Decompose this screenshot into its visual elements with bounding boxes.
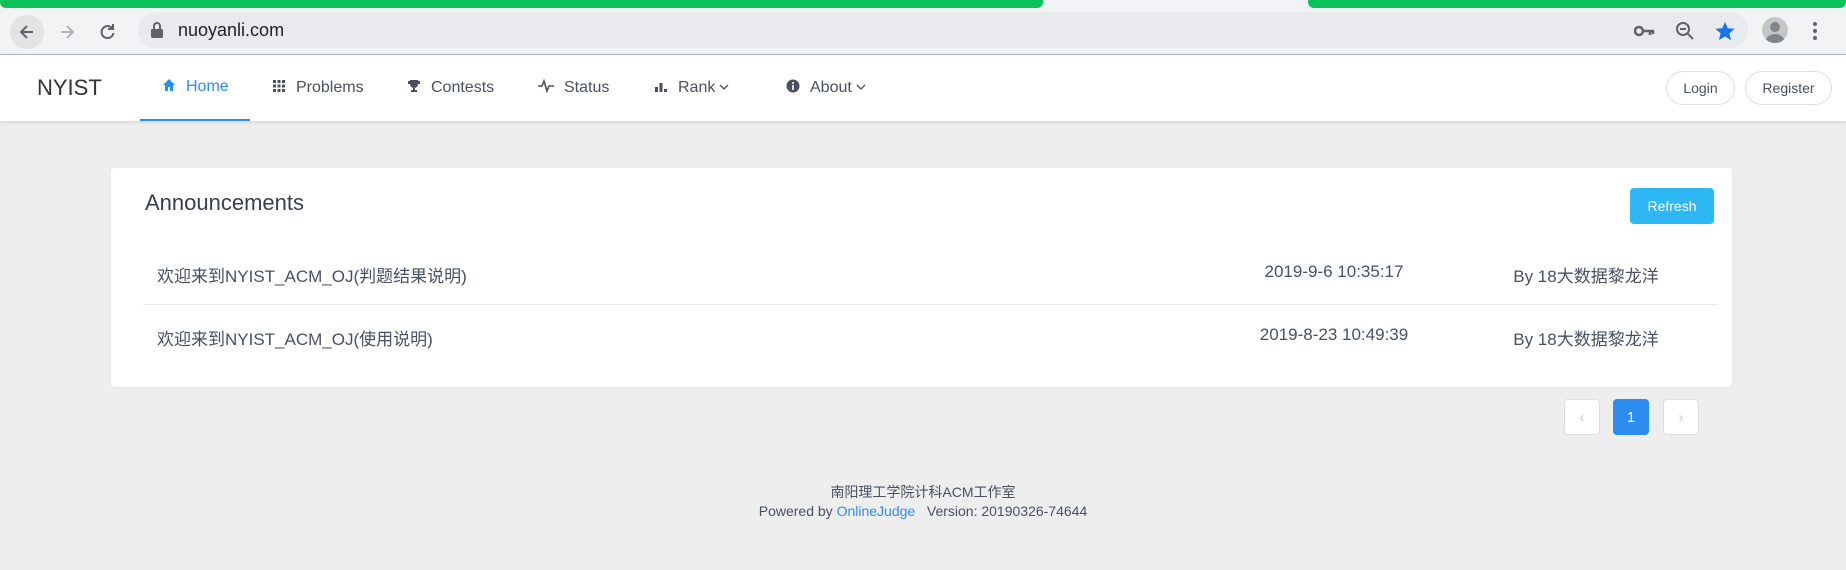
address-bar[interactable]: nuoyanli.com <box>138 12 1748 48</box>
nav-about-label: About <box>810 79 852 96</box>
site-logo[interactable]: NYIST <box>37 75 102 101</box>
refresh-button[interactable]: Refresh <box>1630 188 1714 224</box>
login-button[interactable]: Login <box>1666 71 1735 105</box>
nav-contests[interactable]: Contests <box>407 55 494 121</box>
announcements-title: Announcements <box>145 190 304 215</box>
nav-status[interactable]: Status <box>538 55 609 121</box>
bar-chart-icon <box>654 79 668 98</box>
nav-rank-label: Rank <box>678 79 716 96</box>
nav-status-label: Status <box>564 79 610 96</box>
pulse-icon <box>538 78 554 98</box>
site-navbar: NYIST Home Problems Contests Status Rank… <box>0 55 1846 121</box>
info-icon <box>786 79 800 98</box>
chevron-down-icon <box>719 82 729 94</box>
key-icon[interactable] <box>1632 18 1658 44</box>
lock-icon <box>150 21 164 44</box>
nav-rank[interactable]: Rank <box>654 55 729 121</box>
page-load-progress <box>0 0 1846 8</box>
more-menu-icon[interactable] <box>1802 18 1828 44</box>
nav-problems-label: Problems <box>296 79 364 96</box>
announcement-author: By 18大数据黎龙洋 <box>1513 330 1659 349</box>
footer-powered: Powered by OnlineJudge Version: 20190326… <box>0 503 1846 519</box>
trophy-icon <box>407 79 421 98</box>
announcement-date: 2019-9-6 10:35:17 <box>1264 262 1404 281</box>
next-page-button[interactable]: › <box>1663 399 1699 435</box>
chevron-down-icon <box>856 82 866 94</box>
register-button[interactable]: Register <box>1745 71 1832 105</box>
announcements-card: Announcements Refresh 欢迎来到NYIST_ACM_OJ(判… <box>111 168 1732 387</box>
announcement-title[interactable]: 欢迎来到NYIST_ACM_OJ(判题结果说明) <box>157 262 467 287</box>
home-icon <box>162 78 176 97</box>
onlinejudge-link[interactable]: OnlineJudge <box>837 503 916 519</box>
forward-arrow-icon[interactable] <box>50 15 84 49</box>
announcement-row[interactable]: 欢迎来到NYIST_ACM_OJ(使用说明) 2019-8-23 10:49:3… <box>143 305 1718 367</box>
nav-problems[interactable]: Problems <box>272 55 364 121</box>
footer-version: Version: 20190326-74644 <box>926 503 1088 519</box>
announcement-title[interactable]: 欢迎来到NYIST_ACM_OJ(使用说明) <box>157 325 433 350</box>
footer-org: 南阳理工学院计科ACM工作室 <box>830 484 1016 500</box>
reload-icon[interactable] <box>90 15 124 49</box>
grid-icon <box>272 79 286 98</box>
url-text[interactable]: nuoyanli.com <box>178 20 284 41</box>
zoom-out-icon[interactable] <box>1672 18 1698 44</box>
profile-avatar-icon[interactable] <box>1762 17 1788 43</box>
back-arrow-icon[interactable] <box>10 15 44 49</box>
announcement-author: By 18大数据黎龙洋 <box>1513 267 1659 286</box>
bookmark-star-icon[interactable] <box>1712 18 1738 44</box>
nav-home[interactable]: Home <box>140 55 250 121</box>
announcement-row[interactable]: 欢迎来到NYIST_ACM_OJ(判题结果说明) 2019-9-6 10:35:… <box>143 242 1718 305</box>
announcement-date: 2019-8-23 10:49:39 <box>1259 325 1409 344</box>
nav-home-label: Home <box>186 78 229 95</box>
nav-contests-label: Contests <box>431 79 495 96</box>
prev-page-button[interactable]: ‹ <box>1564 399 1600 435</box>
footer-powered-label: Powered by <box>758 503 833 519</box>
page-number-button[interactable]: 1 <box>1613 399 1649 435</box>
nav-about[interactable]: About <box>786 55 866 121</box>
